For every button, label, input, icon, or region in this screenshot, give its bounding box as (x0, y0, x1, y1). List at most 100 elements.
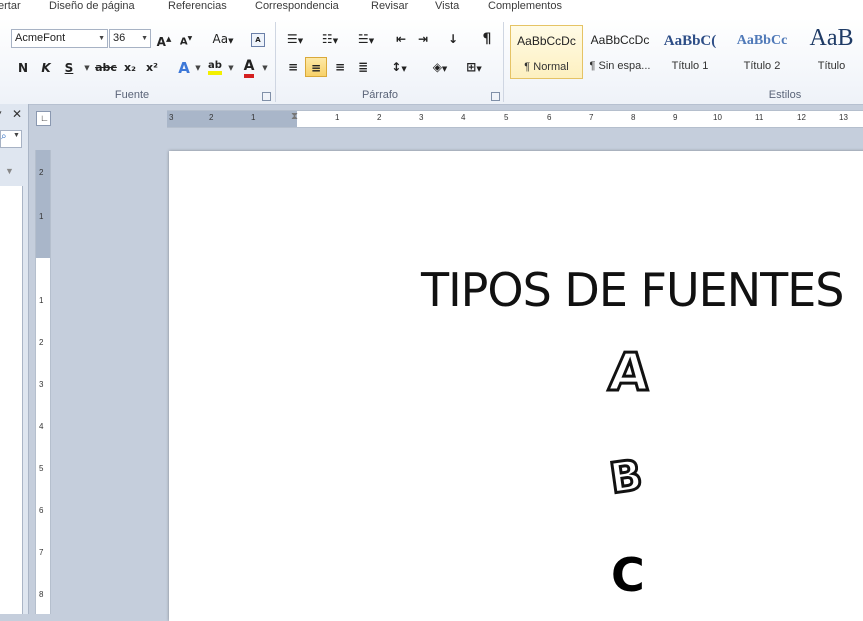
align-center-button[interactable]: ≡ (305, 57, 327, 77)
chevron-down-icon[interactable]: ▼ (261, 58, 269, 78)
italic-button[interactable]: K (37, 58, 55, 78)
shrink-font-button[interactable]: A▼ (178, 29, 194, 49)
ruler-number: 3 (169, 113, 174, 122)
vertical-ruler[interactable]: 2 1 1 2 3 4 5 6 7 8 (35, 150, 51, 614)
letter-a: A (605, 342, 652, 405)
style-normal[interactable]: AaBbCcDc ¶ Normal (510, 25, 583, 79)
styles-group-label: Estilos (768, 89, 802, 101)
font-name-combo[interactable]: AcmeFont ▼ (11, 29, 108, 48)
ruler-number: 1 (335, 113, 340, 122)
style-name: Título 2 (743, 60, 781, 72)
subscript-button[interactable]: x₂ (121, 58, 139, 78)
ruler-number: 2 (39, 338, 44, 347)
document-title[interactable]: TIPOS DE FUENTES (421, 263, 845, 317)
tab-vista[interactable]: Vista (435, 0, 459, 12)
style-sin-espaciado[interactable]: AaBbCcDc ¶ Sin espa... (585, 25, 655, 79)
font-dialog-launcher-icon[interactable] (262, 92, 271, 101)
borders-button[interactable]: ⊞▼ (460, 57, 488, 77)
style-name: Título 1 (671, 60, 709, 72)
sort-button[interactable]: ↓ (444, 29, 462, 49)
tab-correspondencia[interactable]: Correspondencia (255, 0, 339, 12)
grow-font-button[interactable]: A▲ (156, 29, 172, 49)
chevron-down-icon[interactable]: ▼ (227, 58, 235, 78)
shading-button[interactable]: ◈▼ (425, 57, 455, 77)
justify-button[interactable]: ≣ (353, 57, 373, 77)
letter-c-block[interactable]: C (609, 549, 649, 601)
text-effects-button[interactable]: A (174, 58, 194, 78)
tab-complementos[interactable]: Complementos (488, 0, 562, 12)
ruler-number: 1 (39, 296, 44, 305)
font-color-button[interactable]: A (240, 56, 258, 78)
tab-referencias[interactable]: Referencias (168, 0, 227, 12)
close-icon[interactable]: ✕ (12, 107, 22, 121)
tab-selector-button[interactable]: ∟ (36, 111, 51, 126)
paragraph-dialog-launcher-icon[interactable] (491, 92, 500, 101)
line-spacing-button[interactable]: ↕▼ (386, 57, 412, 77)
letter-b: B (605, 449, 647, 505)
numbering-button[interactable]: ☷▼ (316, 29, 344, 49)
paragraph-group-label: Párrafo (361, 89, 399, 101)
highlight-button[interactable]: ab (206, 56, 224, 76)
bullets-button[interactable]: ☰▼ (283, 29, 307, 49)
paint-bucket-icon: ◈ (432, 60, 442, 74)
decrease-indent-button[interactable]: ⇤ (392, 29, 410, 49)
highlight-icon: ab (208, 60, 222, 75)
ruler-number: 11 (755, 113, 764, 122)
numbered-list-icon: ☷ (321, 32, 333, 46)
chevron-down-icon[interactable]: ▼ (82, 58, 92, 78)
multilevel-list-button[interactable]: ☱▼ (352, 29, 380, 49)
style-preview: AaBbCc (736, 33, 788, 48)
ruler-margin-left (167, 111, 297, 127)
tab-diseno-pagina[interactable]: Diseño de página (49, 0, 135, 12)
style-titulo[interactable]: AaB Título (800, 25, 863, 79)
indent-marker-icon[interactable]: ⧗ (291, 111, 298, 122)
ruler-number: 2 (377, 113, 382, 122)
chevron-down-icon[interactable]: ▼ (194, 58, 202, 78)
shrink-font-icon: A (179, 36, 188, 48)
borders-icon: ⊞ (466, 60, 477, 74)
chevron-down-icon[interactable]: ▼ (5, 166, 14, 176)
change-case-button[interactable]: Aa▼ (208, 29, 238, 49)
ruler-number: 3 (39, 380, 44, 389)
ruler-number: 7 (589, 113, 594, 122)
style-preview: AaBbCcDc (517, 34, 576, 48)
text-effects-icon: A (178, 59, 190, 77)
horizontal-ruler[interactable]: 3 2 1 ⧗ 1 2 3 4 5 6 7 8 9 10 11 12 13 (167, 110, 863, 128)
style-titulo-2[interactable]: AaBbCc Título 2 (727, 25, 797, 79)
style-titulo-1[interactable]: AaBbC( Título 1 (657, 25, 723, 79)
letter-a-graffiti[interactable]: A (603, 342, 659, 405)
show-marks-button[interactable]: ¶ (478, 29, 496, 49)
align-center-icon: ≡ (310, 61, 322, 75)
align-right-button[interactable]: ≡ (330, 57, 350, 77)
document-page[interactable]: TIPOS DE FUENTES A B C (169, 151, 863, 621)
navigation-results-area[interactable] (0, 186, 23, 614)
align-left-icon: ≡ (287, 60, 299, 74)
ruler-number: 8 (39, 590, 44, 599)
line-spacing-icon: ↕ (391, 60, 402, 74)
justify-icon: ≣ (357, 60, 369, 74)
chevron-down-icon: ▼ (98, 35, 105, 42)
decrease-indent-icon: ⇤ (395, 32, 407, 46)
ruler-number: 6 (547, 113, 552, 122)
tab-insertar[interactable]: ertar (0, 0, 21, 12)
letter-b-graffiti[interactable]: B (605, 449, 653, 505)
increase-indent-button[interactable]: ⇥ (414, 29, 432, 49)
style-preview: AaB (809, 25, 854, 51)
ruler-number: 5 (504, 113, 509, 122)
clear-format-button[interactable]: A (249, 28, 267, 48)
ruler-number: 3 (419, 113, 424, 122)
style-name: ¶ Normal (524, 61, 569, 73)
tab-revisar[interactable]: Revisar (371, 0, 408, 12)
chevron-down-icon: ▼ (13, 132, 20, 139)
align-left-button[interactable]: ≡ (283, 57, 303, 77)
bold-button[interactable]: N (14, 58, 32, 78)
superscript-button[interactable]: x² (143, 58, 161, 78)
chevron-down-icon[interactable]: ▾ (0, 108, 2, 119)
font-size-combo[interactable]: 36 ▼ (109, 29, 151, 48)
align-right-icon: ≡ (334, 60, 346, 74)
chevron-down-icon: ▼ (141, 35, 148, 42)
underline-button[interactable]: S (60, 58, 78, 78)
font-size-value: 36 (113, 32, 126, 44)
strikethrough-button[interactable]: abc (94, 58, 118, 78)
search-input[interactable]: ⌕ ▼ (0, 130, 22, 148)
